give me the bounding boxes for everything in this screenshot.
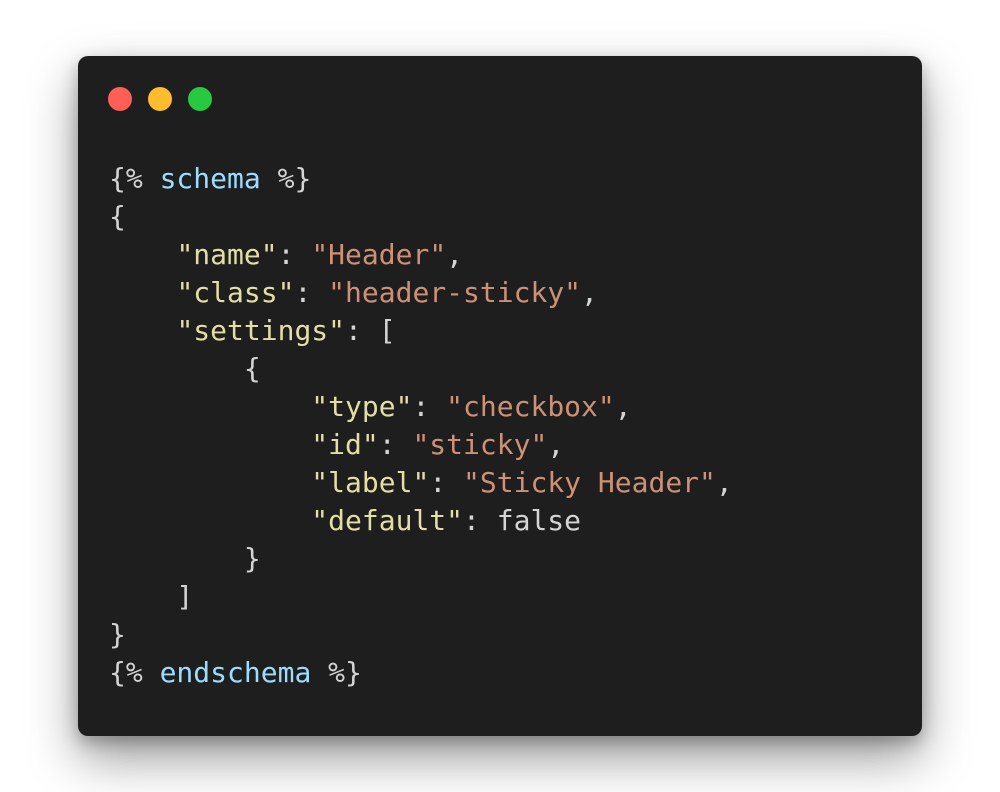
- code-line-class: "class": "header-sticky",: [109, 274, 733, 312]
- token-punct: %}: [260, 162, 312, 195]
- code-line-settings-close: ]: [109, 578, 733, 616]
- token-str: "header-sticky": [328, 276, 582, 309]
- token-punct: [109, 276, 176, 309]
- token-key: "label": [311, 466, 430, 499]
- token-punct: %}: [311, 656, 362, 689]
- token-plain: false: [496, 504, 582, 537]
- token-str: "checkbox": [446, 390, 615, 423]
- token-punct: [109, 504, 311, 537]
- token-punct: {: [109, 352, 261, 385]
- token-punct: [109, 238, 176, 271]
- token-punct: [143, 656, 160, 689]
- token-punct: }: [109, 542, 261, 575]
- code-line-setting-close: }: [109, 540, 733, 578]
- token-punct: {: [109, 200, 126, 233]
- code-line-default: "default": false: [109, 502, 733, 540]
- code-line-type: "type": "checkbox",: [109, 388, 733, 426]
- token-str: "sticky": [412, 428, 548, 461]
- token-punct: {%: [109, 162, 143, 195]
- token-key: "default": [311, 504, 464, 537]
- code-block: {% schema %}{ "name": "Header", "class":…: [109, 160, 733, 692]
- code-line-endschema: {% endschema %}: [109, 654, 733, 692]
- maximize-window-dot[interactable]: [188, 87, 212, 111]
- token-punct: [109, 466, 311, 499]
- token-str: "Header": [311, 238, 447, 271]
- token-punct: [109, 314, 176, 347]
- token-punct: [109, 390, 311, 423]
- token-tag: endschema: [159, 656, 312, 689]
- token-key: "id": [311, 428, 379, 461]
- code-line-setting-open: {: [109, 350, 733, 388]
- token-punct: ,: [446, 238, 464, 271]
- code-line-settings: "settings": [: [109, 312, 733, 350]
- token-punct: }: [109, 618, 126, 651]
- token-punct: :: [294, 276, 329, 309]
- token-punct: ]: [109, 580, 194, 613]
- token-key: "name": [176, 238, 278, 271]
- close-window-dot[interactable]: [108, 87, 132, 111]
- token-key: "settings": [176, 314, 346, 347]
- minimize-window-dot[interactable]: [148, 87, 172, 111]
- code-line-close-brace: }: [109, 616, 733, 654]
- token-punct: {%: [109, 656, 143, 689]
- token-punct: ,: [581, 276, 598, 309]
- code-window: {% schema %}{ "name": "Header", "class":…: [78, 56, 922, 736]
- token-punct: : [: [345, 314, 396, 347]
- token-punct: ,: [614, 390, 632, 423]
- token-punct: :: [463, 504, 497, 537]
- token-punct: ,: [547, 428, 565, 461]
- token-punct: [109, 428, 311, 461]
- code-line-label: "label": "Sticky Header",: [109, 464, 733, 502]
- code-line-id: "id": "sticky",: [109, 426, 733, 464]
- code-line-name: "name": "Header",: [109, 236, 733, 274]
- token-punct: :: [412, 390, 447, 423]
- code-line-open-brace: {: [109, 198, 733, 236]
- token-punct: :: [429, 466, 464, 499]
- token-key: "type": [311, 390, 413, 423]
- token-punct: ,: [715, 466, 733, 499]
- token-punct: :: [378, 428, 413, 461]
- code-line-schema-open: {% schema %}: [109, 160, 733, 198]
- token-tag: schema: [159, 162, 261, 195]
- token-str: "Sticky Header": [463, 466, 716, 499]
- token-punct: :: [277, 238, 312, 271]
- token-punct: [143, 162, 160, 195]
- token-key: "class": [176, 276, 295, 309]
